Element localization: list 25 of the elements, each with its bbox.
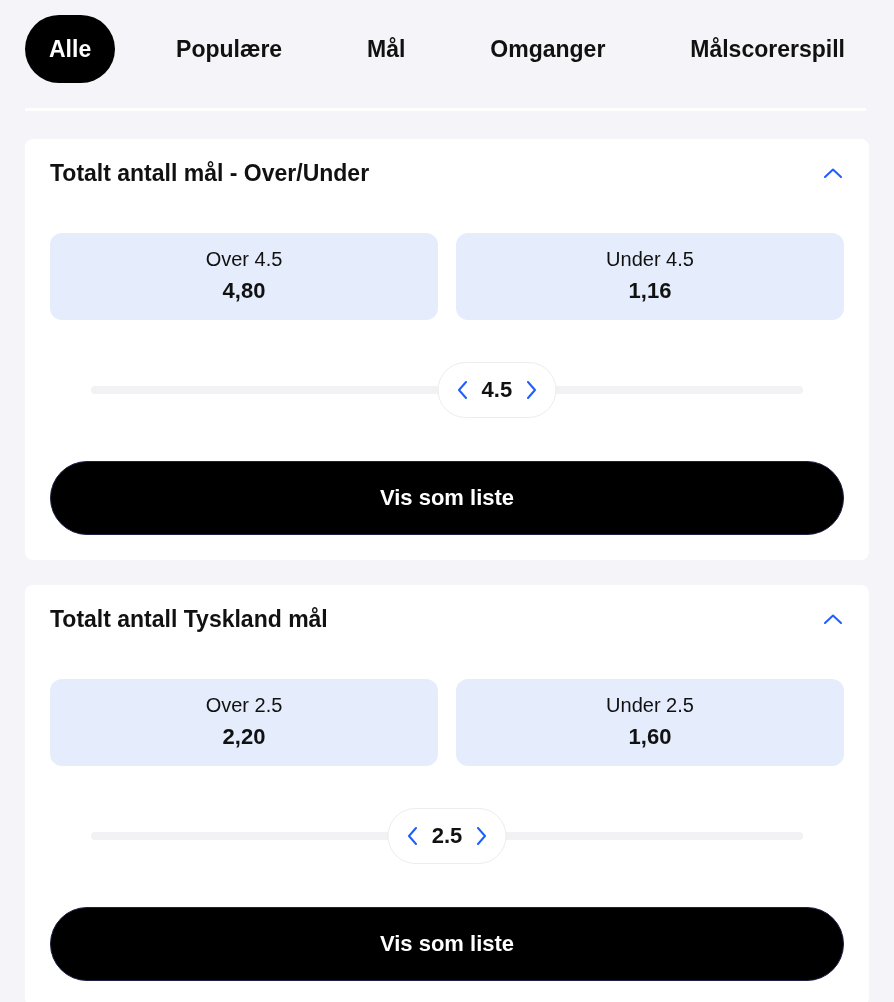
line-value: 2.5 [431,823,463,849]
chevron-up-icon[interactable] [824,168,842,178]
chevron-right-icon[interactable] [526,381,537,399]
market-title: Totalt antall mål - Over/Under [50,159,370,187]
line-stepper[interactable]: 2.5 [387,808,507,864]
odds-button[interactable]: Under 2.5 1,60 [456,679,844,766]
line-stepper[interactable]: 4.5 [437,362,557,418]
market-title: Totalt antall Tyskland mål [50,605,328,633]
category-tab[interactable]: Målscorerspill [666,15,869,83]
show-as-list-button[interactable]: Vis som liste [50,907,844,981]
category-tab[interactable]: Mål [343,15,430,83]
chevron-left-icon[interactable] [407,827,418,845]
chevron-right-icon[interactable] [476,827,487,845]
odds-button[interactable]: Over 2.5 2,20 [50,679,438,766]
category-tab[interactable]: Populære [152,15,307,83]
show-as-list-button[interactable]: Vis som liste [50,461,844,535]
category-tab[interactable]: Alle [25,15,116,83]
odds-button[interactable]: Over 4.5 4,80 [50,233,438,320]
line-value: 4.5 [481,377,513,403]
odds-button[interactable]: Under 4.5 1,16 [456,233,844,320]
chevron-up-icon[interactable] [824,614,842,624]
slider-track[interactable]: 4.5 [91,362,803,418]
slider-track[interactable]: 2.5 [91,808,803,864]
category-tab[interactable]: Omganger [466,15,630,83]
chevron-left-icon[interactable] [457,381,468,399]
